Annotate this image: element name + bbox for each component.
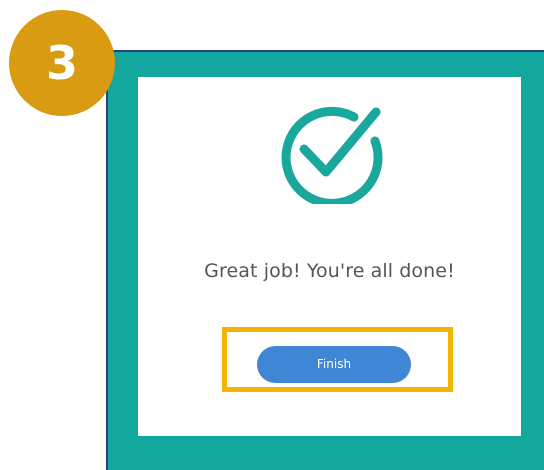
finish-button[interactable]: Finish — [257, 346, 411, 383]
completion-message: Great job! You're all done! — [204, 260, 455, 282]
check-circle-icon — [281, 106, 383, 204]
step-number-badge: 3 — [9, 10, 115, 116]
